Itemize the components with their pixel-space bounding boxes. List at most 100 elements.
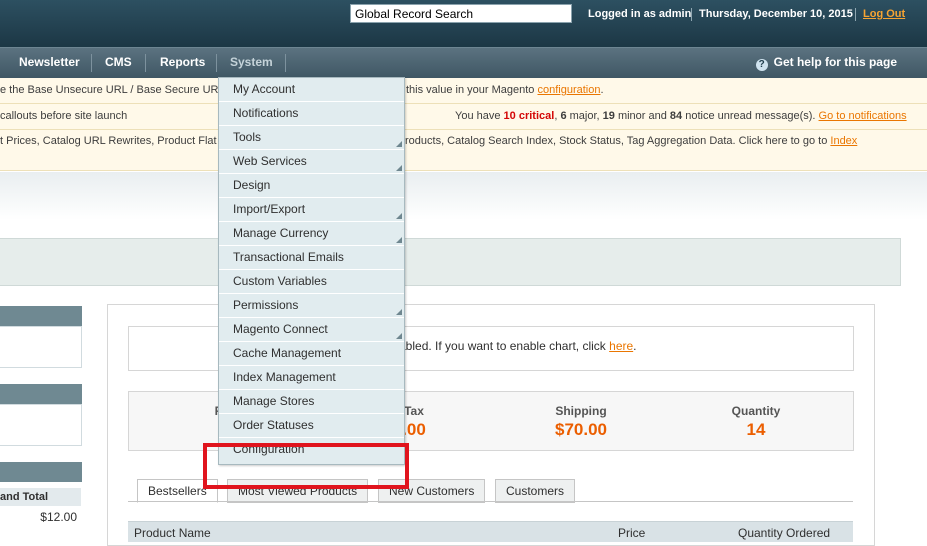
grid-col-product-name[interactable]: Product Name — [134, 526, 211, 540]
menu-item-label: Import/Export — [233, 202, 306, 216]
sidebar-box-header — [0, 384, 82, 404]
chart-message-end: . — [633, 339, 637, 353]
nav-divider — [145, 54, 146, 72]
menu-item-notifications[interactable]: Notifications — [219, 102, 404, 126]
notice-text: this value in your Magento — [406, 84, 535, 96]
notice-messages: callouts before site launch You have 10 … — [0, 104, 927, 130]
menu-item-label: Magento Connect — [233, 322, 328, 336]
menu-item-label: Cache Management — [233, 346, 342, 360]
notice-count: 84 — [669, 110, 683, 122]
menu-item-permissions[interactable]: Permissions — [219, 294, 404, 318]
menu-item-label: Custom Variables — [233, 274, 327, 288]
notice-text: callouts before site launch — [0, 110, 128, 122]
menu-item-label: My Account — [233, 82, 296, 96]
nav-cms[interactable]: CMS — [105, 48, 132, 78]
menu-item-cache-management[interactable]: Cache Management — [219, 342, 404, 366]
notice-text: t Prices, Catalog URL Rewrites, Product … — [0, 135, 217, 147]
critical-count: 10 critical — [503, 110, 555, 122]
menu-item-label: Web Services — [233, 154, 307, 168]
menu-item-manage-stores[interactable]: Manage Stores — [219, 390, 404, 414]
menu-item-my-account[interactable]: My Account — [219, 78, 404, 102]
menu-item-label: Manage Currency — [233, 226, 329, 240]
dashboard-header — [0, 238, 901, 286]
submenu-arrow-icon — [396, 333, 402, 339]
notice-text: roducts, Catalog Search Index, Stock Sta… — [405, 135, 828, 147]
notice-secure-url: e the Base Unsecure URL / Base Secure UR… — [0, 78, 927, 104]
menu-item-tools[interactable]: Tools — [219, 126, 404, 150]
global-search-input[interactable] — [350, 4, 572, 23]
enable-chart-link[interactable]: here — [609, 339, 633, 353]
total-label: Quantity — [731, 404, 781, 418]
submenu-arrow-icon — [396, 141, 402, 147]
menu-item-label: Permissions — [233, 298, 299, 312]
menu-item-label: Index Management — [233, 370, 336, 384]
nav-divider — [285, 54, 286, 72]
submenu-arrow-icon — [396, 237, 402, 243]
configuration-link[interactable]: configuration — [537, 84, 600, 96]
total-value: 14 — [746, 420, 766, 439]
content-gradient — [0, 172, 927, 220]
notice-text: major, — [566, 110, 603, 122]
sidebar-column-header: and Total — [0, 488, 81, 506]
sidebar-box — [0, 326, 82, 368]
nav-reports[interactable]: Reports — [160, 48, 205, 78]
menu-item-order-statuses[interactable]: Order Statuses — [219, 414, 404, 438]
notice-text: You have 10 critical, 6 major, 19 minor … — [455, 110, 907, 122]
grid-header: Product Name Price Quantity Ordered — [128, 521, 853, 542]
notice-text: You have — [455, 110, 501, 122]
total-value: $70.00 — [555, 420, 607, 439]
menu-item-manage-currency[interactable]: Manage Currency — [219, 222, 404, 246]
submenu-arrow-icon — [396, 309, 402, 315]
menu-item-import-export[interactable]: Import/Export — [219, 198, 404, 222]
notice-index: t Prices, Catalog URL Rewrites, Product … — [0, 130, 927, 171]
logged-in-label: Logged in as admin — [588, 8, 692, 20]
total-label: Shipping — [555, 404, 607, 418]
grid-col-quantity-ordered[interactable]: Quantity Ordered — [738, 526, 830, 540]
sidebar-box-header — [0, 306, 82, 326]
menu-item-custom-variables[interactable]: Custom Variables — [219, 270, 404, 294]
system-dropdown-menu: My Account Notifications Tools Web Services… — [218, 77, 405, 465]
grid-col-price[interactable]: Price — [618, 526, 645, 540]
help-icon: ? — [755, 59, 768, 71]
chart-message-text: abled. If you want to enable chart, clic… — [399, 339, 637, 353]
menu-item-label: Transactional Emails — [233, 250, 344, 264]
menu-item-web-services[interactable]: Web Services — [219, 150, 404, 174]
chart-message: abled. If you want to enable chart, clic… — [399, 339, 606, 353]
logout-link[interactable]: Log Out — [863, 8, 905, 20]
tab-baseline — [128, 501, 853, 502]
tab-customers[interactable]: Customers — [495, 479, 576, 503]
submenu-arrow-icon — [396, 165, 402, 171]
notice-text: . — [600, 84, 604, 96]
total-label: Tax — [404, 404, 424, 418]
menu-item-label: Manage Stores — [233, 394, 315, 408]
menu-item-magento-connect[interactable]: Magento Connect — [219, 318, 404, 342]
menu-item-label: Notifications — [233, 106, 299, 120]
menu-item-label: Order Statuses — [233, 418, 314, 432]
menu-item-label: Design — [233, 178, 271, 192]
notice-text: roducts, Catalog Search Index, Stock Sta… — [405, 135, 857, 147]
header-bar: Logged in as admin Thursday, December 10… — [0, 0, 927, 47]
highlight-box — [203, 443, 409, 489]
help-label: Get help for this page — [773, 55, 897, 69]
minor-count: 19 — [602, 110, 615, 122]
nav-divider — [91, 54, 92, 72]
nav-newsletter[interactable]: Newsletter — [19, 48, 80, 78]
notice-text: e the Base Unsecure URL / Base Secure UR — [0, 84, 219, 96]
current-date: Thursday, December 10, 2015 — [699, 8, 853, 20]
sidebar-box — [0, 404, 82, 446]
index-management-link[interactable]: Index — [830, 135, 857, 147]
menu-item-transactional-emails[interactable]: Transactional Emails — [219, 246, 404, 270]
sidebar-box-header — [0, 462, 82, 482]
nav-system[interactable]: System — [230, 48, 273, 78]
sidebar-total-value: $12.00 — [40, 510, 77, 524]
menu-item-label: Tools — [233, 130, 262, 144]
header-divider — [855, 8, 856, 21]
help-link[interactable]: ? Get help for this page — [755, 48, 897, 78]
go-to-notifications-link[interactable]: Go to notifications — [819, 110, 907, 122]
submenu-arrow-icon — [396, 213, 402, 219]
total-shipping: Shipping $70.00 — [536, 404, 626, 440]
menu-item-index-management[interactable]: Index Management — [219, 366, 404, 390]
notice-text: minor and — [614, 110, 670, 122]
main-navigation: Newsletter CMS Reports System ? Get help … — [0, 47, 927, 78]
menu-item-design[interactable]: Design — [219, 174, 404, 198]
